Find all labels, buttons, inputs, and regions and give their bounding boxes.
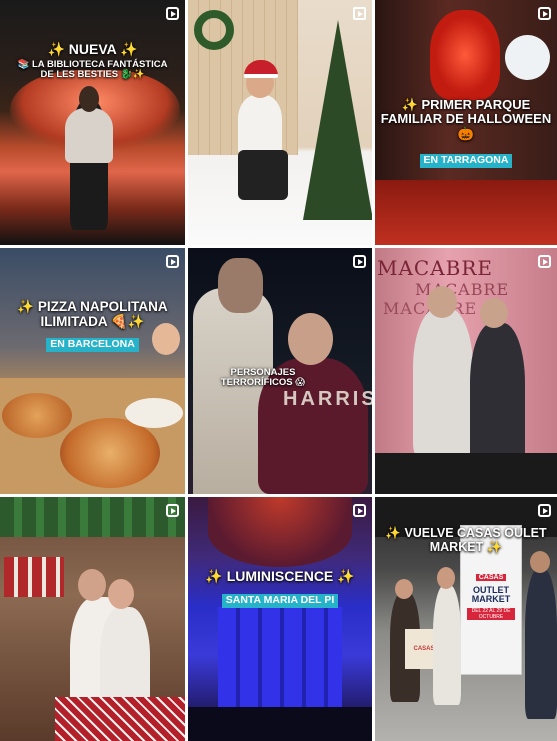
poster-title: OUTLET MARKET (471, 585, 511, 605)
snowflake-blanket (55, 697, 185, 741)
post-tile-biblioteca[interactable]: ✨ NUEVA ✨ 📚 LA BIBLIOTECA FANTÁSTICA DE … (0, 0, 185, 245)
man-face (78, 569, 106, 601)
girl-sweater (65, 108, 113, 163)
garland (0, 497, 185, 537)
vaulted-ceiling (208, 497, 352, 567)
post-tile-macabre[interactable]: MACABRE MACABRE MACABRE (375, 248, 557, 494)
person-right-face (480, 298, 508, 328)
person-right (470, 323, 525, 473)
girl-black-pants (238, 150, 288, 200)
reels-grid: ✨ NUEVA ✨ 📚 LA BIBLIOTECA FANTÁSTICA DE … (0, 0, 557, 741)
reel-icon (538, 504, 551, 517)
horse-mask (218, 258, 263, 313)
christmas-tree (303, 20, 372, 220)
location-highlight: SANTA MARIA DEL PI (221, 594, 339, 608)
post-tile-terror[interactable]: HARRIS PERSONAJES TERRORÍFICOS 😱 (188, 248, 372, 494)
tile-title: ✨ PRIMER PARQUE FAMILIAR DE HALLOWEEN 🎃 (380, 97, 552, 141)
red-glow (375, 180, 557, 245)
tile-subtitle: 📚 LA BIBLIOTECA FANTÁSTICA DE LES BESTIE… (17, 59, 168, 81)
post-tile-luminiscence[interactable]: ✨ LUMINISCENCE ✨ SANTA MARIA DEL PI (188, 497, 372, 741)
location-highlight: EN TARRAGONA (419, 154, 513, 168)
plate (125, 398, 183, 428)
girl-hair (79, 86, 99, 112)
post-tile-halloween[interactable]: ✨ PRIMER PARQUE FAMILIAR DE HALLOWEEN 🎃 … (375, 0, 557, 245)
reel-icon (538, 7, 551, 20)
reel-icon (166, 255, 179, 268)
sweatshirt-print: HARRIS (283, 388, 372, 410)
reel-icon (538, 255, 551, 268)
poster-dates: DEL 22 AL 29 DE OCTUBRE (467, 607, 515, 620)
woman-face (108, 579, 134, 609)
tile-title: ✨ PIZZA NAPOLITANA ILIMITADA 🍕✨ (17, 299, 168, 329)
pizza-small (2, 393, 72, 438)
location-highlight: EN BARCELONA (46, 338, 139, 352)
white-ghost (505, 35, 550, 80)
man-right (525, 569, 557, 719)
pizza (60, 418, 160, 488)
post-tile-christmas-girl[interactable] (188, 0, 372, 245)
audience-silhouettes (188, 707, 372, 741)
tile-title: ✨ VUELVE CASAS OULET MARKET ✨ (385, 526, 547, 554)
stockings (4, 557, 64, 597)
woman-center-face (437, 567, 455, 589)
tile-title: PERSONAJES TERRORÍFICOS 😱 (220, 367, 306, 389)
tile-title: ✨ NUEVA ✨ (47, 41, 138, 57)
person-left-face (427, 286, 457, 318)
post-tile-casas-outlet[interactable]: CASAS OUTLET MARKET DEL 22 AL 29 DE OCTU… (375, 497, 557, 741)
post-tile-family-christmas[interactable] (0, 497, 185, 741)
poster-brand: CASAS (475, 574, 507, 581)
woman-center (433, 585, 461, 705)
carousel-icon (353, 7, 366, 20)
person-left (413, 308, 473, 458)
illuminated-altar (218, 607, 342, 717)
reel-icon (353, 504, 366, 517)
reel-icon (166, 504, 179, 517)
tile-title: ✨ LUMINISCENCE ✨ (205, 568, 355, 584)
reel-icon (353, 255, 366, 268)
screaming-face (288, 313, 333, 365)
inflatable-ghost (430, 10, 500, 100)
post-tile-pizza[interactable]: ✨ PIZZA NAPOLITANA ILIMITADA 🍕✨ EN BARCE… (0, 248, 185, 494)
macabre-banner: MACABRE MACABRE MACABRE (377, 256, 510, 318)
floor (375, 453, 557, 494)
girl-left-face (395, 579, 413, 599)
reel-icon (166, 7, 179, 20)
christmas-wreath (194, 10, 234, 50)
girl-white-top (238, 95, 282, 155)
